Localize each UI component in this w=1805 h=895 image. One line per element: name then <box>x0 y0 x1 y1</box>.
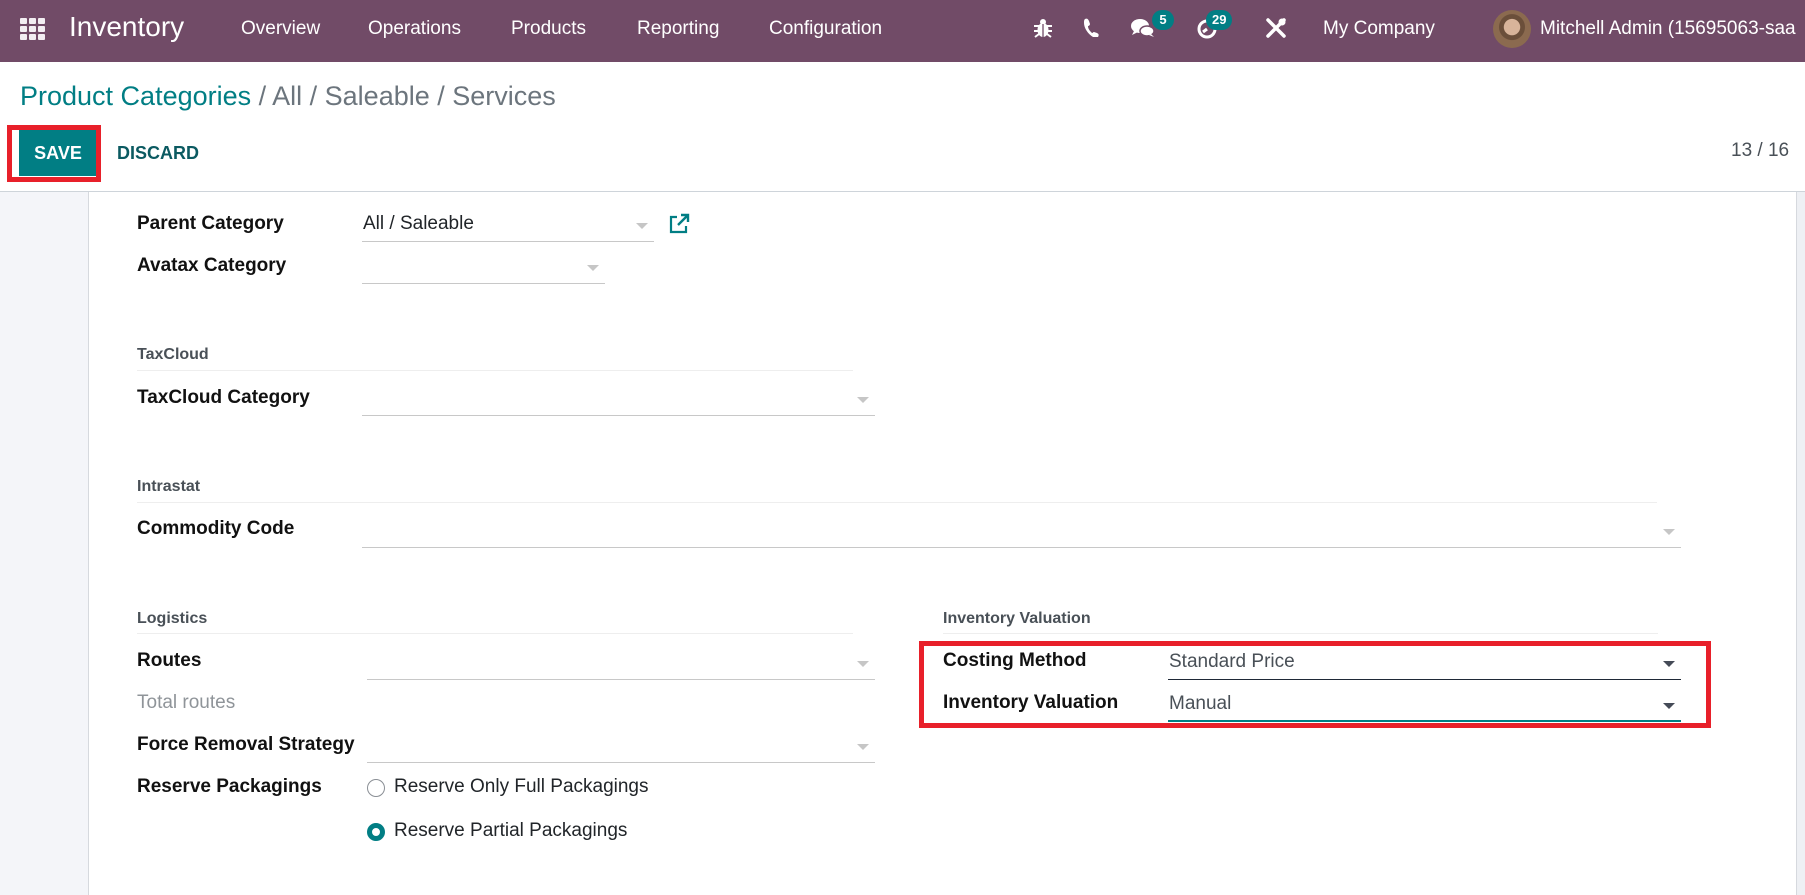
taxcloud-category-field[interactable] <box>362 384 875 416</box>
chevron-down-icon <box>587 265 599 271</box>
messages-badge: 5 <box>1152 10 1174 30</box>
menu-reporting[interactable]: Reporting <box>637 18 719 40</box>
external-link-icon[interactable] <box>668 213 690 235</box>
commodity-code-label: Commodity Code <box>137 518 295 539</box>
tools-icon[interactable] <box>1265 17 1287 45</box>
total-routes-label: Total routes <box>137 692 236 713</box>
menu-products[interactable]: Products <box>511 18 586 40</box>
logistics-separator <box>137 633 853 634</box>
reserve-partial-label[interactable]: Reserve Partial Packagings <box>394 820 627 842</box>
force-removal-strategy-label: Force Removal Strategy <box>137 734 355 755</box>
logistics-section-title: Logistics <box>137 610 208 627</box>
pager-value[interactable]: 13 / 16 <box>1731 140 1789 162</box>
user-menu[interactable]: Mitchell Admin (15695063-saa <box>1540 18 1796 40</box>
menu-overview[interactable]: Overview <box>241 18 320 40</box>
breadcrumb-current: / All / Saleable / Services <box>251 81 556 111</box>
costing-method-value: Standard Price <box>1169 651 1295 672</box>
avatax-category-label: Avatax Category <box>137 255 287 276</box>
intrastat-section-title: Intrastat <box>137 478 201 495</box>
chevron-down-icon <box>1663 529 1675 535</box>
costing-method-select[interactable]: Standard Price <box>1168 648 1681 680</box>
chevron-down-icon <box>636 223 648 229</box>
force-removal-strategy-field[interactable] <box>367 731 875 763</box>
vertical-scrollbar[interactable] <box>1797 192 1805 895</box>
breadcrumb: Product Categories / All / Saleable / Se… <box>20 81 556 112</box>
menu-operations[interactable]: Operations <box>368 18 461 40</box>
save-button-highlight <box>7 125 101 182</box>
chevron-down-icon <box>1663 703 1675 709</box>
taxcloud-separator <box>137 370 853 371</box>
activities-badge: 29 <box>1206 10 1233 30</box>
routes-label: Routes <box>137 650 202 671</box>
app-name[interactable]: Inventory <box>69 11 184 43</box>
avatax-category-field[interactable] <box>362 252 605 284</box>
inventory-valuation-separator <box>943 633 1658 634</box>
taxcloud-section-title: TaxCloud <box>137 346 209 363</box>
intrastat-separator <box>137 502 1657 503</box>
top-navbar: Inventory Overview Operations Products R… <box>0 0 1805 62</box>
menu-configuration[interactable]: Configuration <box>769 18 882 40</box>
breadcrumb-product-categories[interactable]: Product Categories <box>20 81 251 111</box>
parent-category-value: All / Saleable <box>363 213 474 234</box>
phone-icon[interactable] <box>1082 17 1100 43</box>
parent-category-label: Parent Category <box>137 213 284 234</box>
inventory-valuation-section-title: Inventory Valuation <box>943 610 1091 627</box>
parent-category-field[interactable]: All / Saleable <box>362 210 654 242</box>
reserve-only-full-label[interactable]: Reserve Only Full Packagings <box>394 776 649 798</box>
bug-icon[interactable] <box>1033 17 1053 45</box>
reserve-packagings-label: Reserve Packagings <box>137 776 322 797</box>
inventory-valuation-value: Manual <box>1169 693 1232 714</box>
company-switcher[interactable]: My Company <box>1323 18 1435 40</box>
chevron-down-icon <box>857 744 869 750</box>
inventory-valuation-select[interactable]: Manual <box>1168 690 1681 722</box>
radio-reserve-partial[interactable] <box>367 823 385 841</box>
chevron-down-icon <box>1663 661 1675 667</box>
discard-button[interactable]: DISCARD <box>117 130 199 176</box>
app-menu-grid-icon[interactable] <box>20 18 46 40</box>
chevron-down-icon <box>857 397 869 403</box>
routes-field[interactable] <box>367 648 875 680</box>
costing-method-label: Costing Method <box>943 650 1087 671</box>
user-avatar[interactable] <box>1493 10 1531 48</box>
radio-reserve-only-full[interactable] <box>367 779 385 797</box>
inventory-valuation-label: Inventory Valuation <box>943 692 1119 713</box>
chevron-down-icon <box>857 661 869 667</box>
commodity-code-field[interactable] <box>362 516 1681 548</box>
taxcloud-category-label: TaxCloud Category <box>137 387 310 408</box>
